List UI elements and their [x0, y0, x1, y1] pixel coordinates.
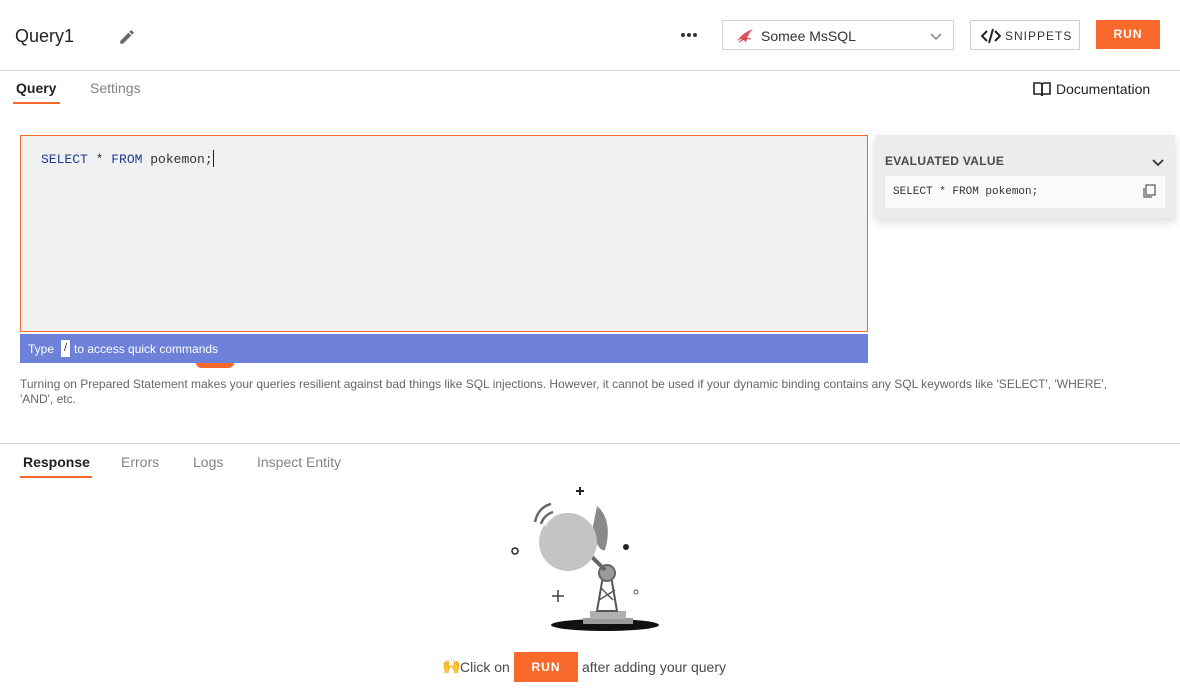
query-code[interactable]: SELECT * FROM pokemon;: [41, 150, 214, 167]
mssql-logo-icon: [737, 29, 753, 43]
prepared-statement-note: Turning on Prepared Statement makes your…: [20, 377, 1108, 406]
tab-inspect-entity[interactable]: Inspect Entity: [257, 454, 341, 478]
datasource-dropdown[interactable]: Somee MsSQL: [722, 20, 954, 50]
tab-response[interactable]: Response: [20, 454, 92, 478]
prepared-statement-toggle[interactable]: [196, 363, 234, 368]
hint-prefix: Type: [28, 342, 55, 356]
pencil-icon[interactable]: [118, 28, 136, 46]
sql-table: pokemon;: [142, 152, 213, 167]
run-prompt-button[interactable]: RUN: [514, 652, 578, 682]
chevron-down-icon[interactable]: [1151, 155, 1165, 169]
evaluated-value-popover: EVALUATED VALUE SELECT * FROM pokemon;: [875, 135, 1175, 218]
run-prompt-prefix: Click on: [460, 659, 510, 675]
documentation-label: Documentation: [1056, 81, 1151, 97]
evaluated-value-title: EVALUATED VALUE: [885, 154, 1005, 168]
datasource-label: Somee MsSQL: [761, 28, 856, 44]
run-prompt-suffix: after adding your query: [582, 659, 726, 675]
query-header: Query1 Somee MsSQL SNIPPETS RUN: [0, 0, 1180, 71]
run-button[interactable]: RUN: [1096, 20, 1160, 49]
sql-star: *: [87, 152, 112, 167]
book-icon: [1033, 82, 1051, 97]
sql-keyword-from: FROM: [111, 152, 143, 167]
tab-settings[interactable]: Settings: [90, 80, 141, 104]
more-dots-icon[interactable]: [675, 24, 703, 46]
chevron-down-icon: [930, 33, 942, 41]
section-divider: [0, 443, 1180, 444]
query-name[interactable]: Query1: [15, 26, 74, 47]
evaluated-value-text: SELECT * FROM pokemon;: [893, 186, 1039, 198]
tab-query[interactable]: Query: [13, 80, 60, 104]
snippets-label: SNIPPETS: [1005, 29, 1073, 43]
evaluated-value-box: SELECT * FROM pokemon;: [885, 176, 1165, 208]
quick-commands-hint: Type / to access quick commands: [20, 334, 868, 363]
hint-suffix: to access quick commands: [74, 342, 219, 356]
text-caret: [212, 150, 214, 167]
copy-icon[interactable]: [1142, 184, 1156, 198]
tab-errors[interactable]: Errors: [121, 454, 159, 478]
query-editor[interactable]: SELECT * FROM pokemon;: [20, 135, 868, 332]
satellite-illustration: [511, 487, 659, 631]
tab-logs[interactable]: Logs: [193, 454, 223, 478]
hint-key: /: [61, 340, 70, 357]
raised-hands-icon: 🙌: [442, 658, 461, 675]
code-icon: [981, 28, 1001, 44]
sql-keyword-select: SELECT: [41, 152, 88, 167]
snippets-button[interactable]: SNIPPETS: [970, 20, 1080, 50]
